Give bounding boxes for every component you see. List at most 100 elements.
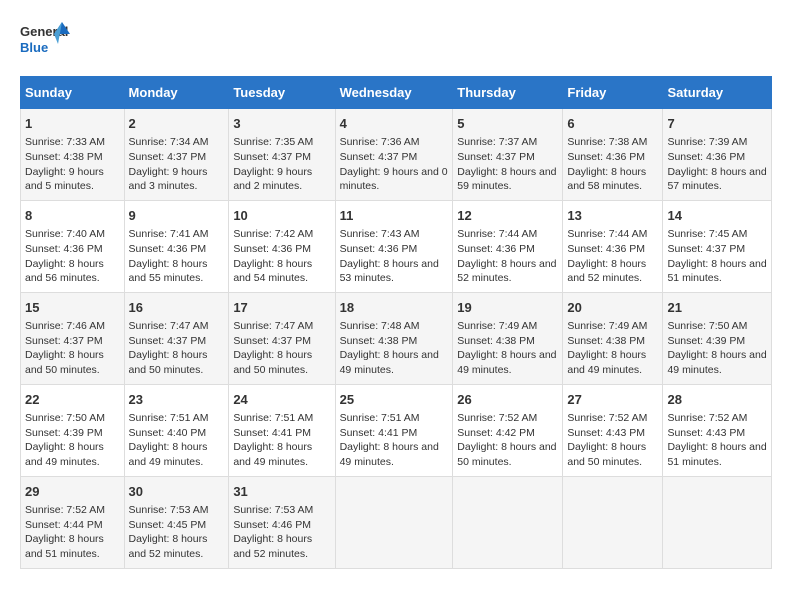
sunset-info: Sunset: 4:36 PM bbox=[567, 243, 645, 255]
daylight-info: Daylight: 9 hours and 2 minutes. bbox=[233, 166, 312, 193]
sunrise-info: Sunrise: 7:53 AM bbox=[233, 504, 313, 516]
daylight-info: Daylight: 8 hours and 50 minutes. bbox=[129, 349, 208, 376]
calendar-week-row: 29 Sunrise: 7:52 AM Sunset: 4:44 PM Dayl… bbox=[21, 476, 772, 568]
sunset-info: Sunset: 4:37 PM bbox=[233, 335, 311, 347]
day-number: 21 bbox=[667, 299, 767, 317]
day-number: 20 bbox=[567, 299, 658, 317]
calendar-week-row: 1 Sunrise: 7:33 AM Sunset: 4:38 PM Dayli… bbox=[21, 109, 772, 201]
sunrise-info: Sunrise: 7:51 AM bbox=[340, 412, 420, 424]
sunrise-info: Sunrise: 7:42 AM bbox=[233, 228, 313, 240]
day-number: 31 bbox=[233, 483, 330, 501]
calendar-day-header: Tuesday bbox=[229, 77, 335, 109]
calendar-day-cell: 21 Sunrise: 7:50 AM Sunset: 4:39 PM Dayl… bbox=[663, 292, 772, 384]
sunrise-info: Sunrise: 7:51 AM bbox=[233, 412, 313, 424]
calendar-day-cell: 18 Sunrise: 7:48 AM Sunset: 4:38 PM Dayl… bbox=[335, 292, 453, 384]
sunset-info: Sunset: 4:37 PM bbox=[129, 151, 207, 163]
daylight-info: Daylight: 8 hours and 55 minutes. bbox=[129, 258, 208, 285]
day-number: 26 bbox=[457, 391, 558, 409]
sunrise-info: Sunrise: 7:37 AM bbox=[457, 136, 537, 148]
daylight-info: Daylight: 9 hours and 0 minutes. bbox=[340, 166, 448, 193]
sunrise-info: Sunrise: 7:48 AM bbox=[340, 320, 420, 332]
sunset-info: Sunset: 4:36 PM bbox=[340, 243, 418, 255]
calendar-week-row: 15 Sunrise: 7:46 AM Sunset: 4:37 PM Dayl… bbox=[21, 292, 772, 384]
sunrise-info: Sunrise: 7:40 AM bbox=[25, 228, 105, 240]
calendar-day-cell: 13 Sunrise: 7:44 AM Sunset: 4:36 PM Dayl… bbox=[563, 200, 663, 292]
day-number: 2 bbox=[129, 115, 225, 133]
sunrise-info: Sunrise: 7:46 AM bbox=[25, 320, 105, 332]
day-number: 19 bbox=[457, 299, 558, 317]
daylight-info: Daylight: 9 hours and 5 minutes. bbox=[25, 166, 104, 193]
calendar-day-cell: 7 Sunrise: 7:39 AM Sunset: 4:36 PM Dayli… bbox=[663, 109, 772, 201]
calendar-week-row: 8 Sunrise: 7:40 AM Sunset: 4:36 PM Dayli… bbox=[21, 200, 772, 292]
sunset-info: Sunset: 4:41 PM bbox=[340, 427, 418, 439]
sunrise-info: Sunrise: 7:52 AM bbox=[567, 412, 647, 424]
sunset-info: Sunset: 4:43 PM bbox=[567, 427, 645, 439]
day-number: 22 bbox=[25, 391, 120, 409]
calendar-day-cell: 23 Sunrise: 7:51 AM Sunset: 4:40 PM Dayl… bbox=[124, 384, 229, 476]
calendar-day-cell bbox=[563, 476, 663, 568]
sunrise-info: Sunrise: 7:53 AM bbox=[129, 504, 209, 516]
day-number: 15 bbox=[25, 299, 120, 317]
day-number: 7 bbox=[667, 115, 767, 133]
daylight-info: Daylight: 8 hours and 58 minutes. bbox=[567, 166, 646, 193]
day-number: 16 bbox=[129, 299, 225, 317]
daylight-info: Daylight: 8 hours and 56 minutes. bbox=[25, 258, 104, 285]
daylight-info: Daylight: 8 hours and 49 minutes. bbox=[233, 441, 312, 468]
calendar-day-cell: 15 Sunrise: 7:46 AM Sunset: 4:37 PM Dayl… bbox=[21, 292, 125, 384]
sunset-info: Sunset: 4:41 PM bbox=[233, 427, 311, 439]
sunrise-info: Sunrise: 7:50 AM bbox=[25, 412, 105, 424]
daylight-info: Daylight: 8 hours and 52 minutes. bbox=[233, 533, 312, 560]
day-number: 29 bbox=[25, 483, 120, 501]
sunset-info: Sunset: 4:37 PM bbox=[457, 151, 535, 163]
calendar-week-row: 22 Sunrise: 7:50 AM Sunset: 4:39 PM Dayl… bbox=[21, 384, 772, 476]
daylight-info: Daylight: 8 hours and 51 minutes. bbox=[667, 258, 766, 285]
logo-svg: General Blue bbox=[20, 20, 70, 64]
calendar-day-cell: 12 Sunrise: 7:44 AM Sunset: 4:36 PM Dayl… bbox=[453, 200, 563, 292]
calendar-day-cell: 20 Sunrise: 7:49 AM Sunset: 4:38 PM Dayl… bbox=[563, 292, 663, 384]
calendar-day-cell: 8 Sunrise: 7:40 AM Sunset: 4:36 PM Dayli… bbox=[21, 200, 125, 292]
daylight-info: Daylight: 8 hours and 49 minutes. bbox=[457, 349, 556, 376]
sunrise-info: Sunrise: 7:44 AM bbox=[567, 228, 647, 240]
calendar-day-header: Wednesday bbox=[335, 77, 453, 109]
calendar-day-cell: 17 Sunrise: 7:47 AM Sunset: 4:37 PM Dayl… bbox=[229, 292, 335, 384]
sunrise-info: Sunrise: 7:50 AM bbox=[667, 320, 747, 332]
sunrise-info: Sunrise: 7:47 AM bbox=[233, 320, 313, 332]
calendar-day-cell: 28 Sunrise: 7:52 AM Sunset: 4:43 PM Dayl… bbox=[663, 384, 772, 476]
sunset-info: Sunset: 4:37 PM bbox=[667, 243, 745, 255]
calendar-day-cell: 6 Sunrise: 7:38 AM Sunset: 4:36 PM Dayli… bbox=[563, 109, 663, 201]
daylight-info: Daylight: 8 hours and 49 minutes. bbox=[340, 349, 439, 376]
day-number: 1 bbox=[25, 115, 120, 133]
day-number: 28 bbox=[667, 391, 767, 409]
day-number: 17 bbox=[233, 299, 330, 317]
daylight-info: Daylight: 8 hours and 52 minutes. bbox=[567, 258, 646, 285]
daylight-info: Daylight: 8 hours and 50 minutes. bbox=[25, 349, 104, 376]
calendar-day-header: Monday bbox=[124, 77, 229, 109]
calendar-day-cell: 5 Sunrise: 7:37 AM Sunset: 4:37 PM Dayli… bbox=[453, 109, 563, 201]
day-number: 12 bbox=[457, 207, 558, 225]
sunrise-info: Sunrise: 7:36 AM bbox=[340, 136, 420, 148]
sunset-info: Sunset: 4:40 PM bbox=[129, 427, 207, 439]
daylight-info: Daylight: 8 hours and 52 minutes. bbox=[129, 533, 208, 560]
daylight-info: Daylight: 8 hours and 50 minutes. bbox=[457, 441, 556, 468]
calendar-day-cell: 3 Sunrise: 7:35 AM Sunset: 4:37 PM Dayli… bbox=[229, 109, 335, 201]
daylight-info: Daylight: 8 hours and 53 minutes. bbox=[340, 258, 439, 285]
daylight-info: Daylight: 8 hours and 51 minutes. bbox=[667, 441, 766, 468]
sunrise-info: Sunrise: 7:52 AM bbox=[667, 412, 747, 424]
sunset-info: Sunset: 4:39 PM bbox=[667, 335, 745, 347]
calendar-day-cell: 25 Sunrise: 7:51 AM Sunset: 4:41 PM Dayl… bbox=[335, 384, 453, 476]
sunset-info: Sunset: 4:37 PM bbox=[25, 335, 103, 347]
calendar-day-header: Thursday bbox=[453, 77, 563, 109]
daylight-info: Daylight: 8 hours and 51 minutes. bbox=[25, 533, 104, 560]
sunrise-info: Sunrise: 7:51 AM bbox=[129, 412, 209, 424]
sunset-info: Sunset: 4:43 PM bbox=[667, 427, 745, 439]
day-number: 23 bbox=[129, 391, 225, 409]
daylight-info: Daylight: 8 hours and 49 minutes. bbox=[340, 441, 439, 468]
sunset-info: Sunset: 4:38 PM bbox=[340, 335, 418, 347]
day-number: 8 bbox=[25, 207, 120, 225]
sunset-info: Sunset: 4:45 PM bbox=[129, 519, 207, 531]
sunrise-info: Sunrise: 7:52 AM bbox=[25, 504, 105, 516]
daylight-info: Daylight: 8 hours and 49 minutes. bbox=[25, 441, 104, 468]
calendar-day-cell: 27 Sunrise: 7:52 AM Sunset: 4:43 PM Dayl… bbox=[563, 384, 663, 476]
daylight-info: Daylight: 8 hours and 49 minutes. bbox=[567, 349, 646, 376]
calendar-day-cell: 19 Sunrise: 7:49 AM Sunset: 4:38 PM Dayl… bbox=[453, 292, 563, 384]
